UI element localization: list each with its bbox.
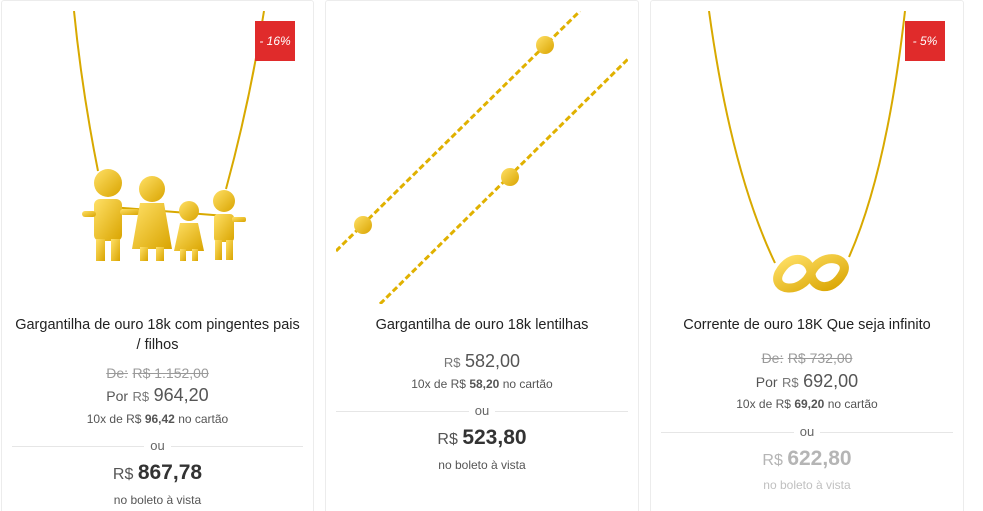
product-title[interactable]: Gargantilha de ouro 18k lentilhas: [336, 315, 628, 335]
installments: 10x de R$ 58,20 no cartão: [411, 377, 553, 391]
or-label: ou: [651, 424, 963, 439]
installments: 10x de R$ 69,20 no cartão: [736, 397, 878, 411]
boleto-label: no boleto à vista: [113, 493, 202, 507]
product-card[interactable]: - 16% Gargantilha de ouro 18k com pingen…: [1, 0, 314, 511]
discount-badge: - 5%: [905, 21, 945, 61]
current-price: R$ 582,00: [443, 351, 521, 371]
boleto-price: R$ 523,80: [437, 426, 527, 449]
current-price: Por R$ 964,20: [106, 385, 209, 405]
boleto-label: no boleto à vista: [763, 478, 851, 492]
boleto-price: R$ 622,80: [762, 447, 852, 470]
boleto-price: R$ 867,78: [112, 461, 203, 484]
boleto-label: no boleto à vista: [438, 458, 526, 472]
product-card[interactable]: Gargantilha de ouro 18k lentilhas R$ 582…: [325, 0, 639, 511]
product-card[interactable]: - 5% Corrente de ouro 18K Que seja infin…: [650, 0, 964, 511]
current-price: Por R$ 692,00: [755, 371, 859, 391]
product-title[interactable]: Corrente de ouro 18K Que seja infinito: [661, 315, 953, 335]
old-price: De: R$ 1.152,00: [106, 365, 209, 381]
installments: 10x de R$ 96,42 no cartão: [86, 412, 229, 426]
old-price: De: R$ 732,00: [761, 350, 853, 366]
product-image[interactable]: [336, 11, 628, 304]
or-label: ou: [2, 438, 313, 453]
discount-badge: - 16%: [255, 21, 295, 61]
or-label: ou: [326, 403, 638, 418]
product-title[interactable]: Gargantilha de ouro 18k com pingentes pa…: [12, 315, 303, 355]
